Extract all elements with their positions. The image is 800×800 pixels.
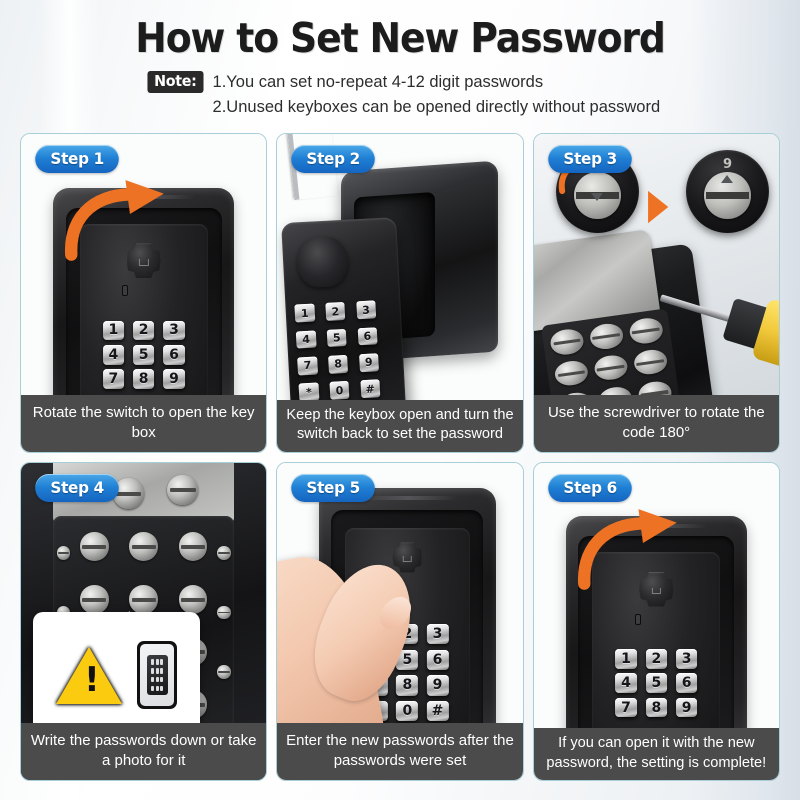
front-panel-knob [295,235,350,289]
dial-inset-after: 9 [685,149,770,234]
screw-icon [217,546,231,560]
key: 2 [645,649,667,669]
key: 2 [133,320,155,341]
keypad-1: 1 2 3 4 5 6 7 8 9 [102,320,185,389]
note-line-2: 2.Unused keyboxes can be opened directly… [212,97,661,116]
key: 0 [329,380,350,400]
step-caption-3: Use the screwdriver to rotate the code 1… [533,394,779,452]
step-caption-6: If you can open it with the new password… [533,728,779,780]
key: 9 [675,697,698,718]
step-badge-1: Step 1 [35,145,120,173]
step-card-3[interactable]: 9 9 [532,133,780,453]
screw-icon [167,474,199,506]
step-caption-2: Keep the keybox open and turn the switch… [277,399,523,452]
chevron-right-icon [648,190,669,224]
note-badge: Note: [147,71,204,94]
screw-icon [217,605,231,620]
page-title: How to Set New Password [135,14,666,62]
key: * [298,382,320,402]
key: 1 [615,649,637,669]
phone-photo-icon [137,641,178,710]
warning-triangle-icon [56,646,123,704]
knob-nub [634,613,641,625]
key: 7 [615,697,637,718]
key: 6 [675,673,698,694]
step-caption-1: Rotate the switch to open the key box [21,394,267,452]
step-card-6[interactable]: 1 2 3 4 5 6 7 8 9 Step 6 If you can open… [532,461,780,781]
note-lines: 1.You can set no-repeat 4-12 digit passw… [213,70,661,120]
curved-arrow-up-right-icon [65,180,165,261]
key: 8 [133,369,155,389]
key: # [360,379,381,399]
step-card-2[interactable]: 1 2 3 4 5 6 7 8 9 * 0 # Step 2 Keep the … [276,133,524,453]
key: 6 [357,326,378,346]
key: 8 [396,675,419,696]
screw-icon [563,239,704,260]
key: 6 [163,344,185,365]
rotary-switch-knob [392,542,423,573]
step-caption-4: Write the passwords down or take a photo… [21,723,267,780]
curved-arrow-up-right-icon [577,508,677,590]
step-card-1[interactable]: 1 2 3 4 5 6 7 8 9 Step 1 Rotate the swit… [20,133,268,453]
key: 5 [645,673,667,694]
key: 3 [426,623,449,644]
key: 3 [355,300,377,320]
key: 8 [645,697,667,718]
key: 8 [328,354,349,374]
key: 4 [615,673,637,694]
dial-digit-after: 9 [722,157,732,173]
dial-triangle-up-icon [721,174,734,183]
step-caption-5: Enter the new passwords after the passwo… [277,723,523,780]
key: 3 [163,320,185,341]
steps-grid: 1 2 3 4 5 6 7 8 9 Step 1 Rotate the swit… [20,133,780,781]
code-dial [592,353,629,382]
screw-icon [217,665,231,679]
phone-screen [140,644,175,707]
step-badge-3: Step 3 [547,145,632,173]
note-line-1: 1.You can set no-repeat 4-12 digit passw… [212,73,544,91]
key: 9 [358,353,380,372]
code-dial [553,358,590,388]
key: 4 [296,329,317,349]
step-card-5[interactable]: 1 2 3 4 5 6 7 8 9 * 0 # [276,461,524,781]
phone-keybox-photo [146,655,168,696]
knob-nub [121,285,129,297]
code-dial [588,321,625,351]
step-badge-5: Step 5 [291,473,376,502]
step-card-4[interactable]: Step 4 Write the passwords down or take … [20,461,268,781]
step-badge-2: Step 2 [291,145,376,173]
key: 7 [297,356,318,375]
key: 5 [133,344,155,365]
warning-card [33,611,201,739]
code-dial [548,327,585,357]
key: 7 [102,369,124,389]
code-dial [631,347,669,377]
step-badge-4: Step 4 [35,473,120,502]
key: 2 [325,301,346,321]
keypad-2: 1 2 3 4 5 6 7 8 9 * 0 # [294,300,381,402]
screw-icon [56,546,71,560]
key: 6 [426,649,449,670]
key: # [426,701,449,722]
key: 1 [294,303,316,323]
step-badge-6: Step 6 [547,473,632,502]
key: 1 [102,320,124,341]
key: 9 [426,675,449,696]
key: 0 [396,701,419,722]
key: 4 [102,344,124,365]
keybox-top-slot [357,496,457,501]
screwdriver-shaft [659,294,735,324]
key: 3 [675,649,698,669]
key: 5 [326,328,348,348]
page-header: How to Set New Password Note: 1.You can … [0,0,800,120]
keypad-6: 1 2 3 4 5 6 7 8 9 [615,649,698,718]
key: 9 [163,369,185,389]
note-block: Note: 1.You can set no-repeat 4-12 digit… [0,70,800,120]
